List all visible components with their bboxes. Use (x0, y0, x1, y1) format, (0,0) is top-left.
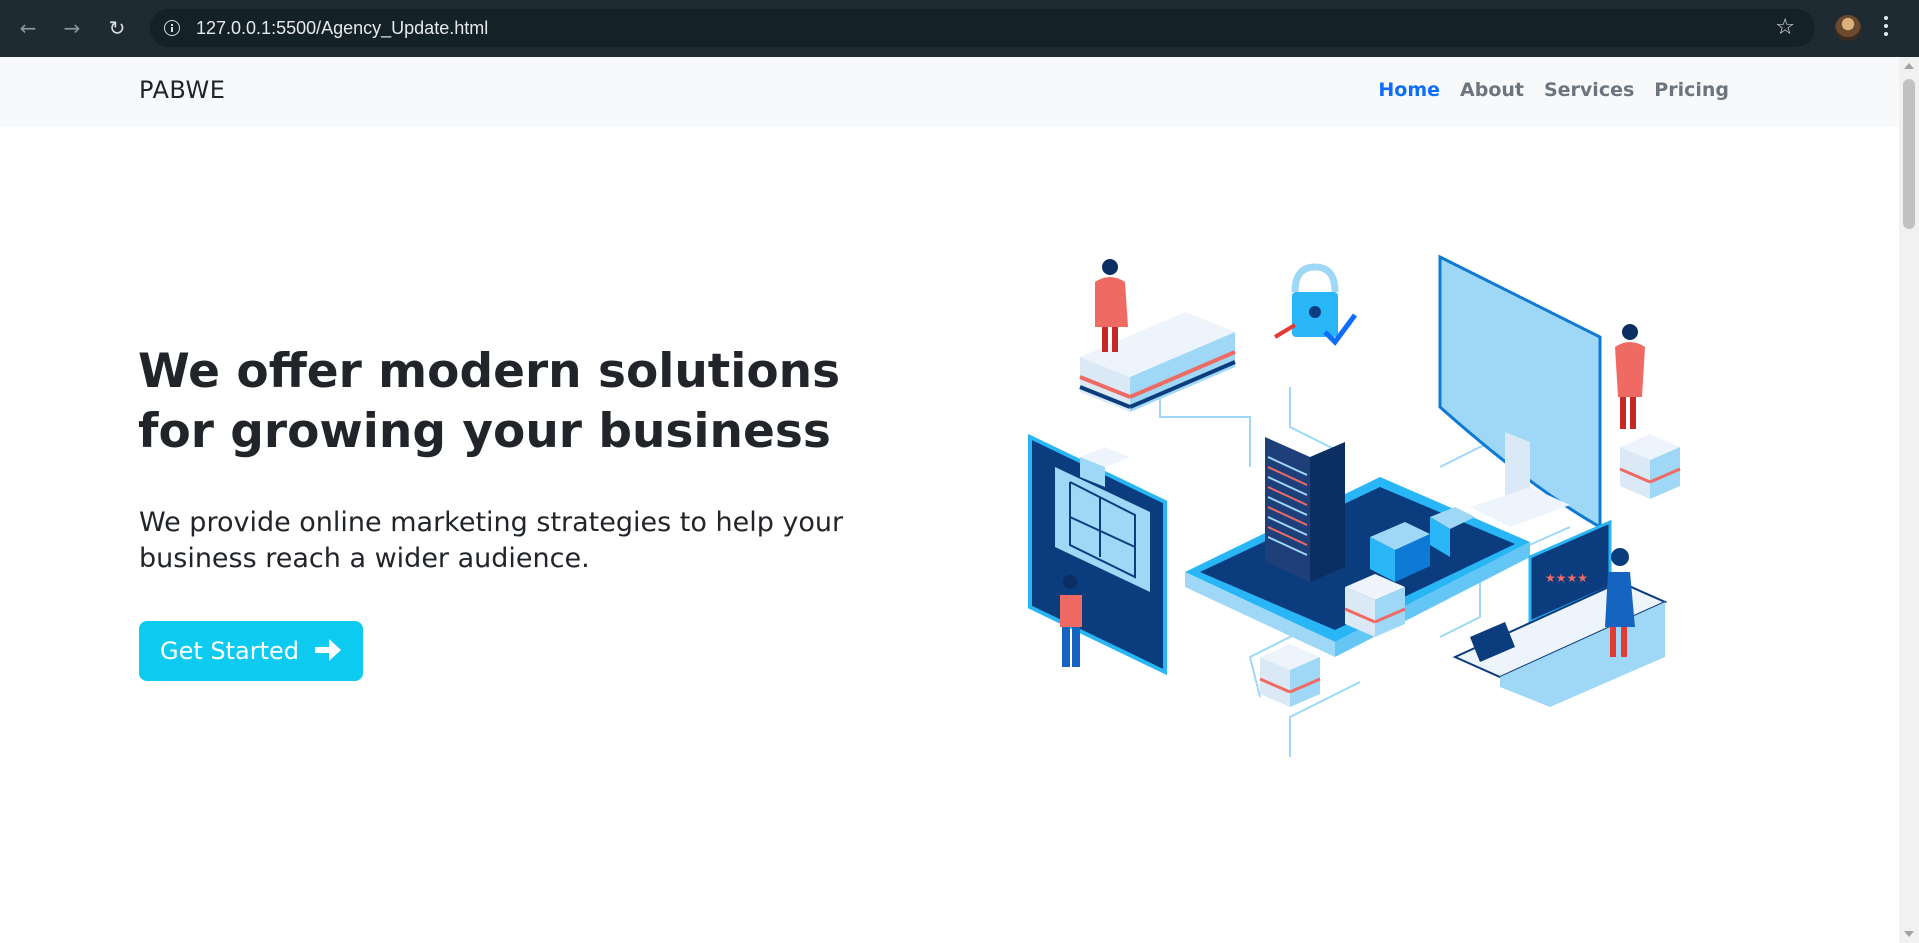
scroll-up-arrow-icon[interactable] (1904, 63, 1914, 69)
nav-links: Home About Services Pricing (1378, 79, 1729, 101)
get-started-button[interactable]: Get Started (139, 621, 363, 681)
page-viewport: PABWE Home About Services Pricing We off… (0, 57, 1899, 943)
nav-link-services[interactable]: Services (1544, 79, 1634, 101)
page-scrollbar[interactable] (1899, 57, 1919, 943)
nav-link-pricing[interactable]: Pricing (1654, 79, 1729, 101)
scroll-thumb[interactable] (1903, 79, 1915, 229)
svg-text:★★★★: ★★★★ (1545, 571, 1588, 585)
nav-link-home[interactable]: Home (1378, 79, 1440, 101)
hero-illustration: ★★★★ (1028, 254, 1681, 757)
forward-arrow-icon[interactable]: → (58, 14, 86, 42)
info-icon[interactable] (164, 20, 180, 36)
star-icon[interactable]: ☆ (1775, 15, 1795, 40)
hero-subtitle: We provide online marketing strategies t… (139, 507, 844, 574)
menu-icon[interactable] (1883, 16, 1889, 40)
scroll-down-arrow-icon[interactable] (1904, 931, 1914, 937)
url-text[interactable]: 127.0.0.1:5500/Agency_Update.html (196, 18, 488, 39)
reload-icon[interactable]: ↻ (103, 14, 131, 42)
avatar[interactable] (1835, 15, 1861, 41)
nav-link-about[interactable]: About (1460, 79, 1524, 101)
address-bar[interactable]: 127.0.0.1:5500/Agency_Update.html ☆ (150, 9, 1815, 47)
right-arrow-icon (315, 639, 341, 661)
padlock-icon (1273, 263, 1358, 346)
back-arrow-icon[interactable]: ← (14, 14, 42, 42)
hero-title: We offer modern solutions for growing yo… (138, 344, 841, 459)
browser-toolbar: ← → ↻ 127.0.0.1:5500/Agency_Update.html … (0, 0, 1919, 57)
brand-logo[interactable]: PABWE (139, 76, 225, 104)
get-started-label: Get Started (160, 637, 300, 665)
reception-desk (1079, 259, 1236, 412)
monitor (1438, 254, 1645, 530)
navbar: PABWE Home About Services Pricing (0, 57, 1899, 127)
